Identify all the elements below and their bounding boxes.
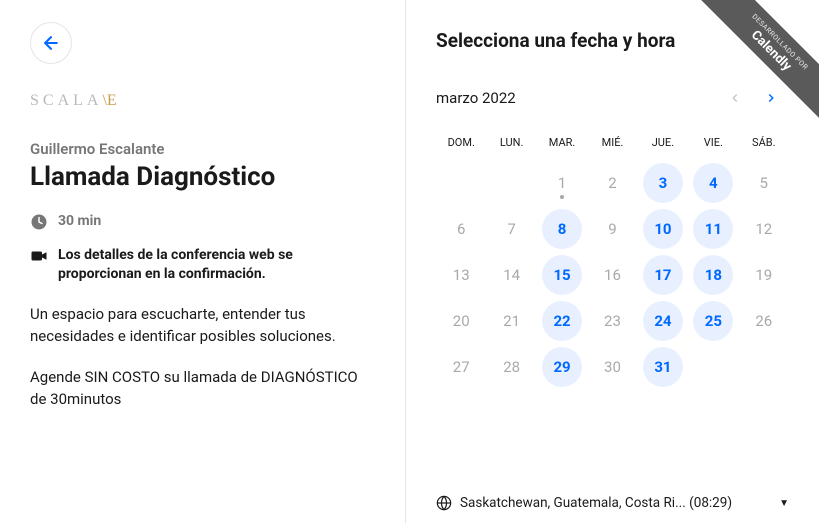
calendar-day[interactable]: 15 bbox=[537, 253, 587, 297]
calendar-day: 7 bbox=[486, 207, 536, 251]
event-description: Un espacio para escucharte, entender tus… bbox=[30, 303, 375, 411]
calendar-day: 9 bbox=[587, 207, 637, 251]
select-date-heading: Selecciona una fecha y hora bbox=[436, 28, 696, 54]
calendar-blank bbox=[688, 345, 738, 389]
calendar-day: 14 bbox=[486, 253, 536, 297]
calendar-day[interactable]: 4 bbox=[688, 161, 738, 205]
calendar-blank bbox=[486, 161, 536, 205]
event-details-panel: SCALA\E Guillermo Escalante Llamada Diag… bbox=[0, 0, 406, 523]
calendar-grid: DOM.LUN.MAR.MIÉ.JUE.VIE.SÁB. 12345678910… bbox=[436, 130, 789, 389]
calendar-day[interactable]: 29 bbox=[537, 345, 587, 389]
calendar-day: 12 bbox=[739, 207, 789, 251]
conference-text: Los detalles de la conferencia web se pr… bbox=[58, 246, 375, 285]
next-month-button[interactable] bbox=[753, 80, 789, 116]
calendar-day: 23 bbox=[587, 299, 637, 343]
calendar-day[interactable]: 8 bbox=[537, 207, 587, 251]
calendar-day: 5 bbox=[739, 161, 789, 205]
weekday-label: MIÉ. bbox=[587, 130, 637, 155]
calendar-day: 26 bbox=[739, 299, 789, 343]
calendar-day[interactable]: 3 bbox=[638, 161, 688, 205]
calendar-day[interactable]: 22 bbox=[537, 299, 587, 343]
calendar-day: 19 bbox=[739, 253, 789, 297]
chevron-left-icon bbox=[728, 91, 742, 105]
calendar-day: 28 bbox=[486, 345, 536, 389]
organizer-logo: SCALA\E bbox=[30, 92, 375, 110]
calendar-panel: Selecciona una fecha y hora marzo 2022 D… bbox=[406, 0, 819, 523]
globe-icon bbox=[436, 495, 452, 511]
chevron-right-icon bbox=[764, 91, 778, 105]
calendar-day: 16 bbox=[587, 253, 637, 297]
calendar-day: 1 bbox=[537, 161, 587, 205]
duration-row: 30 min bbox=[30, 212, 375, 232]
prev-month-button[interactable] bbox=[717, 80, 753, 116]
organizer-name: Guillermo Escalante bbox=[30, 140, 375, 158]
conference-row: Los detalles de la conferencia web se pr… bbox=[30, 246, 375, 285]
calendar-day: 30 bbox=[587, 345, 637, 389]
video-icon bbox=[30, 247, 48, 265]
chevron-down-icon: ▼ bbox=[779, 498, 789, 509]
weekday-label: VIE. bbox=[688, 130, 738, 155]
calendar-day: 21 bbox=[486, 299, 536, 343]
calendar-blank bbox=[739, 345, 789, 389]
calendar-day: 6 bbox=[436, 207, 486, 251]
back-button[interactable] bbox=[30, 22, 72, 64]
calendar-day: 20 bbox=[436, 299, 486, 343]
timezone-text: Saskatchewan, Guatemala, Costa Ri... (08… bbox=[460, 495, 771, 511]
weekday-label: DOM. bbox=[436, 130, 486, 155]
weekday-label: LUN. bbox=[486, 130, 536, 155]
calendar-day[interactable]: 31 bbox=[638, 345, 688, 389]
calendar-day: 27 bbox=[436, 345, 486, 389]
weekday-label: SÁB. bbox=[739, 130, 789, 155]
weekday-label: JUE. bbox=[638, 130, 688, 155]
arrow-left-icon bbox=[41, 33, 61, 53]
month-navigation: marzo 2022 bbox=[436, 80, 789, 116]
calendar-day: 2 bbox=[587, 161, 637, 205]
calendar-day[interactable]: 10 bbox=[638, 207, 688, 251]
month-label: marzo 2022 bbox=[436, 89, 717, 107]
calendar-day[interactable]: 18 bbox=[688, 253, 738, 297]
event-title: Llamada Diagnóstico bbox=[30, 162, 375, 192]
duration-text: 30 min bbox=[58, 212, 101, 232]
calendar-day[interactable]: 24 bbox=[638, 299, 688, 343]
calendar-day[interactable]: 25 bbox=[688, 299, 738, 343]
calendar-day[interactable]: 11 bbox=[688, 207, 738, 251]
calendar-day[interactable]: 17 bbox=[638, 253, 688, 297]
clock-icon bbox=[30, 213, 48, 231]
timezone-selector[interactable]: Saskatchewan, Guatemala, Costa Ri... (08… bbox=[436, 485, 789, 511]
calendar-blank bbox=[436, 161, 486, 205]
calendar-day: 13 bbox=[436, 253, 486, 297]
weekday-label: MAR. bbox=[537, 130, 587, 155]
